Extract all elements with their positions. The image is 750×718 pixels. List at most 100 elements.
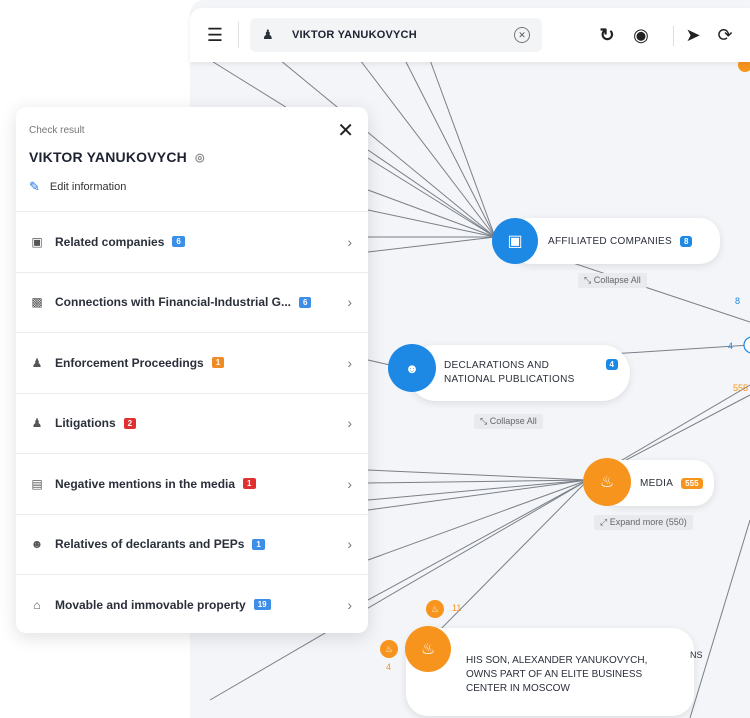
list-item-label: Enforcement Proceedings <box>55 355 204 370</box>
count-badge: 6 <box>172 236 185 248</box>
list-item-enforcement[interactable]: ♟ Enforcement Proceedings 1 › <box>16 332 368 393</box>
chevron-right-icon: › <box>347 294 352 311</box>
building-icon: ▣ <box>31 234 43 249</box>
expand-label: Expand more (550) <box>609 517 687 527</box>
clear-icon[interactable]: ✕ <box>514 27 530 43</box>
list-item-label: Negative mentions in the media <box>55 476 236 491</box>
affiliated-companies-badge: 8 <box>679 235 693 247</box>
list-item-related-companies[interactable]: ▣ Related companies 6 › <box>16 211 368 272</box>
collapse-icon: ⤡ <box>584 275 594 285</box>
pointer-tool-button[interactable]: ➤ <box>680 8 706 62</box>
news-sub-node[interactable]: ♨ <box>380 640 398 658</box>
home-icon: ⌂ <box>33 597 41 612</box>
edit-information-button[interactable]: ✎ Edit information <box>29 179 126 195</box>
count-badge: 6 <box>299 296 312 308</box>
list-item-relatives[interactable]: ☻ Relatives of declarants and PEPs 1 › <box>16 513 368 575</box>
affiliated-companies-text: AFFILIATED COMPANIES <box>548 235 672 247</box>
briefcase-icon: ▣ <box>507 233 523 250</box>
menu-icon: ☰ <box>206 24 224 45</box>
cursor-icon: ➤ <box>685 24 701 45</box>
count-badge: 1 <box>243 478 256 490</box>
search-input[interactable] <box>290 28 504 42</box>
target-icon[interactable]: ◎ <box>195 151 205 164</box>
news-sub-node[interactable]: ♨ <box>426 600 444 618</box>
top-toolbar: ☰ ♟ ✕ ↻ ◉ ➤ ⟳ <box>190 8 750 62</box>
count-badge: 1 <box>252 538 265 550</box>
collapse-icon: ⤡ <box>480 416 490 426</box>
newspaper-icon: ▤ <box>31 476 43 491</box>
list-item-label: Connections with Financial-Industrial G.… <box>55 295 292 310</box>
chevron-right-icon: › <box>347 233 352 250</box>
search-bar[interactable]: ♟ ✕ <box>250 18 542 52</box>
news-line-2: OWNS PART OF AN ELITE BUSINESS <box>466 669 643 680</box>
panel-title: VIKTOR YANUKOVYCH <box>29 149 187 165</box>
count-badge: 19 <box>253 599 271 611</box>
chevron-right-icon: › <box>347 354 352 371</box>
panel-subtitle: Check result <box>29 125 85 136</box>
declarations-collapse-button[interactable]: ⤡ Collapse All <box>474 414 543 429</box>
chevron-right-icon: › <box>347 415 352 432</box>
person-alert-icon: ♟ <box>31 355 43 370</box>
news-count-left: 4 <box>386 662 392 672</box>
news-line-1: HIS SON, ALEXANDER YANUKOVYCH, <box>466 655 648 666</box>
expand-icon: ⤢ <box>600 517 610 527</box>
panel-title-wrap: VIKTOR YANUKOVYCH ◎ <box>29 149 205 165</box>
declarations-label[interactable]: DECLARATIONS AND NATIONAL PUBLICATIONS 4 <box>408 345 630 401</box>
media-node[interactable]: ♨ <box>583 458 631 506</box>
declarations-node[interactable]: ☻ <box>388 344 436 392</box>
person-alert-icon: ♟ <box>31 416 43 431</box>
edge-count-label: 4 <box>728 341 734 351</box>
person-search-icon: ♟ <box>262 27 274 42</box>
media-expand-button[interactable]: ⤢ Expand more (550) <box>594 515 693 530</box>
locate-button[interactable]: ◉ <box>628 8 654 62</box>
lasso-icon: ⟳ <box>717 24 733 45</box>
refresh-icon: ↻ <box>599 24 615 45</box>
list-item-property[interactable]: ⌂ Movable and immovable property 19 › <box>16 574 368 635</box>
category-list: ▣ Related companies 6 › ▩ Connections wi… <box>16 211 368 635</box>
list-item-label: Related companies <box>55 234 165 249</box>
declarations-text-2: NATIONAL PUBLICATIONS <box>444 374 575 385</box>
list-item-label: Litigations <box>55 416 116 431</box>
pencil-icon: ✎ <box>29 179 40 194</box>
edit-information-label: Edit information <box>49 181 127 193</box>
media-badge: 555 <box>681 477 703 489</box>
edge-count-label: 555 <box>733 383 749 393</box>
fire-icon: ♨ <box>430 603 440 614</box>
news-cut-text: NS <box>690 650 703 660</box>
group-icon: ☻ <box>30 537 44 552</box>
divider <box>238 22 239 48</box>
target-icon: ◉ <box>633 24 649 45</box>
declarations-badge: 4 <box>605 359 618 370</box>
media-text: MEDIA <box>640 477 674 489</box>
affiliated-companies-node[interactable]: ▣ <box>492 218 538 264</box>
collapse-label: Collapse All <box>489 416 537 426</box>
list-item-label: Movable and immovable property <box>55 597 246 612</box>
list-item-litigations[interactable]: ♟ Litigations 2 › <box>16 392 368 454</box>
check-result-panel: Check result ✕ VIKTOR YANUKOVYCH ◎ ✎ Edi… <box>16 107 368 633</box>
affiliated-collapse-button[interactable]: ⤡ Collapse All <box>578 273 647 288</box>
chevron-right-icon: › <box>347 596 352 613</box>
fire-icon: ♨ <box>384 643 394 654</box>
collapse-label: Collapse All <box>593 275 641 285</box>
edge-count-label: 8 <box>735 296 741 306</box>
lasso-tool-button[interactable]: ⟳ <box>712 8 738 62</box>
chevron-right-icon: › <box>347 475 352 492</box>
list-item-connections[interactable]: ▩ Connections with Financial-Industrial … <box>16 271 368 333</box>
close-icon[interactable]: ✕ <box>337 121 354 141</box>
list-item-label: Relatives of declarants and PEPs <box>55 537 245 552</box>
divider <box>673 26 674 46</box>
fire-icon: ♨ <box>599 474 615 491</box>
affiliated-companies-label[interactable]: AFFILIATED COMPANIES 8 <box>510 218 720 264</box>
chevron-right-icon: › <box>347 536 352 553</box>
news-node[interactable]: ♨ <box>405 626 451 672</box>
refresh-button[interactable]: ↻ <box>594 8 620 62</box>
declarations-text-1: DECLARATIONS AND <box>444 360 550 371</box>
industry-icon: ▩ <box>31 295 43 310</box>
count-badge: 2 <box>123 417 137 429</box>
fire-icon: ♨ <box>420 641 436 658</box>
count-badge: 1 <box>211 357 225 369</box>
people-icon: ☻ <box>405 360 419 376</box>
menu-button[interactable]: ☰ <box>202 8 228 62</box>
news-line-3: CENTER IN MOSCOW <box>466 683 570 694</box>
list-item-negative-mentions[interactable]: ▤ Negative mentions in the media 1 › <box>16 453 368 514</box>
